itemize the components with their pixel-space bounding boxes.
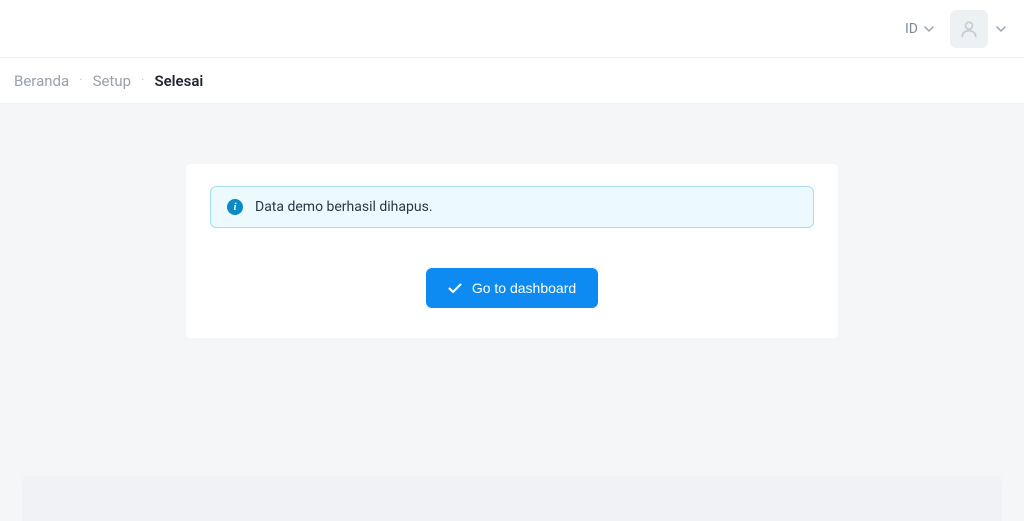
chevron-down-icon (924, 26, 934, 32)
breadcrumb-current: Selesai (154, 72, 203, 90)
breadcrumb-separator: · (79, 73, 82, 88)
go-to-dashboard-button[interactable]: Go to dashboard (426, 268, 598, 308)
dashboard-button-label: Go to dashboard (472, 280, 576, 296)
language-label: ID (905, 21, 918, 37)
info-alert: i Data demo berhasil dihapus. (210, 186, 814, 228)
setup-complete-card: i Data demo berhasil dihapus. Go to dash… (186, 164, 838, 338)
breadcrumb: Beranda · Setup · Selesai (0, 58, 1024, 104)
breadcrumb-link-beranda[interactable]: Beranda (14, 72, 69, 90)
info-icon: i (227, 199, 243, 215)
topbar: ID (0, 0, 1024, 58)
button-row: Go to dashboard (210, 268, 814, 308)
breadcrumb-separator: · (141, 73, 144, 88)
breadcrumb-link-setup[interactable]: Setup (93, 72, 131, 90)
footer-panel (22, 476, 1002, 521)
user-icon (959, 19, 979, 39)
user-menu[interactable] (950, 10, 1006, 48)
check-icon (448, 283, 462, 294)
avatar (950, 10, 988, 48)
chevron-down-icon (996, 26, 1006, 32)
alert-message: Data demo berhasil dihapus. (255, 199, 433, 215)
language-selector[interactable]: ID (901, 15, 938, 43)
content-area: i Data demo berhasil dihapus. Go to dash… (0, 104, 1024, 338)
